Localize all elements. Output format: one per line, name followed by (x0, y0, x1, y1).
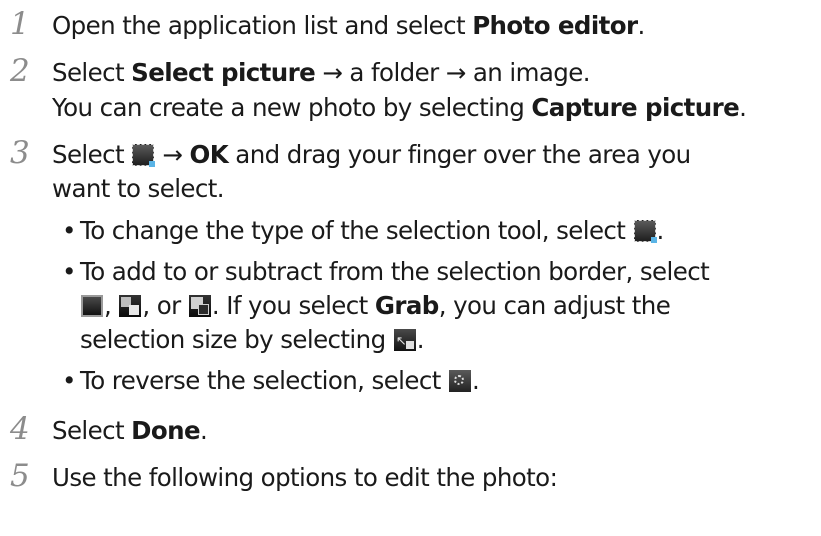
bullet-dot: • (62, 257, 76, 286)
bullet-item-continued: , , or . If you select Grab, you can adj… (80, 289, 671, 322)
new-selection-icon (81, 295, 103, 317)
step-text: Select Select picture → a folder → an im… (52, 58, 590, 87)
bullet-dot: • (62, 366, 76, 395)
step-text: Open the application list and select Pho… (52, 11, 645, 40)
step-text: Select Done. (52, 416, 208, 445)
step-text-continued: want to select. (52, 174, 225, 203)
step-number: 1 (10, 6, 30, 42)
step-number: 2 (10, 53, 30, 89)
subtract-selection-icon (188, 295, 211, 317)
step-number: 4 (10, 411, 30, 447)
step-number: 3 (10, 135, 30, 171)
selection-size-icon (393, 325, 416, 358)
bullet-item: To change the type of the selection tool… (80, 216, 664, 245)
step-text: Select → OK and drag your finger over th… (52, 140, 691, 169)
selection-tool-icon (633, 220, 657, 243)
step-text: Use the following options to edit the ph… (52, 463, 558, 492)
step-number: 5 (10, 458, 30, 494)
bullet-item-continued: selection size by selecting . (80, 323, 425, 358)
bullet-item: To reverse the selection, select . (80, 366, 480, 395)
step-note: You can create a new photo by selecting … (52, 93, 747, 122)
bullet-item: To add to or subtract from the selection… (80, 257, 710, 286)
reverse-selection-icon (448, 370, 471, 392)
add-selection-icon (119, 295, 142, 317)
selection-tool-icon (132, 144, 156, 167)
bullet-dot: • (62, 216, 76, 245)
